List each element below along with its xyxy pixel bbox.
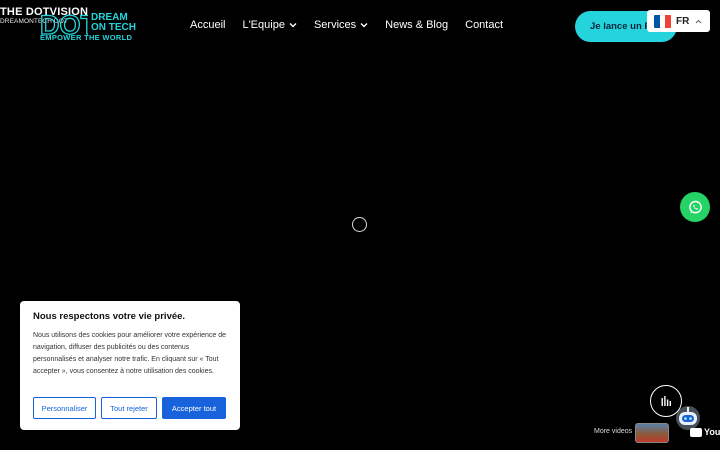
nav-item-label: Contact bbox=[465, 19, 504, 31]
cookie-banner-text: Nous utilisons des cookies pour améliore… bbox=[33, 332, 226, 375]
nav-item-news-blog[interactable]: News & Blog bbox=[385, 19, 448, 31]
video-thumbnail[interactable] bbox=[635, 423, 669, 443]
more-videos-label[interactable]: More videos bbox=[594, 428, 632, 435]
loading-spinner-icon bbox=[352, 217, 367, 232]
main-navigation: Accueil L'Equipe Services News & Blog Co… bbox=[190, 19, 520, 31]
accept-all-label: Accepter tout bbox=[171, 403, 217, 413]
reject-all-cookies-button[interactable]: Tout rejeter bbox=[101, 397, 157, 419]
audio-bars-icon bbox=[661, 396, 671, 406]
language-selector[interactable]: FR bbox=[647, 10, 710, 32]
nav-item-contact[interactable]: Contact bbox=[465, 19, 503, 31]
whatsapp-button[interactable] bbox=[680, 192, 710, 222]
nav-item-label: Accueil bbox=[190, 19, 226, 31]
nav-item-services[interactable]: Services bbox=[314, 19, 368, 31]
whatsapp-icon bbox=[688, 200, 702, 213]
logo-dream-text: DREAM ON TECH bbox=[91, 13, 136, 33]
language-code: FR bbox=[676, 15, 690, 27]
cookie-banner-title: Nous respectons votre vie privée. bbox=[33, 311, 186, 322]
france-flag-icon bbox=[654, 14, 671, 28]
chevron-down-icon bbox=[360, 23, 368, 28]
youtube-play-icon bbox=[690, 427, 702, 437]
youtube-label: YouTu bbox=[704, 427, 720, 437]
reject-all-label: Tout rejeter bbox=[110, 403, 148, 413]
nav-item-label: News & Blog bbox=[385, 19, 449, 31]
youtube-logo[interactable]: YouTu bbox=[690, 427, 720, 437]
logo-tagline: EMPOWER THE WORLD bbox=[40, 33, 133, 42]
cookie-consent-banner: Nous respectons votre vie privée. Nous u… bbox=[20, 301, 240, 430]
nav-item-label: L'Equipe bbox=[242, 19, 285, 31]
customize-cookies-label: Personnaliser bbox=[41, 403, 88, 413]
chevron-down-icon bbox=[289, 23, 297, 28]
logo-dream-line2: ON TECH bbox=[91, 22, 136, 33]
nav-item-label: Services bbox=[313, 19, 357, 31]
cookie-button-row: Personnaliser Tout rejeter Accepter tout bbox=[33, 397, 226, 419]
accept-all-cookies-button[interactable]: Accepter tout bbox=[162, 397, 226, 419]
customize-cookies-button[interactable]: Personnaliser bbox=[33, 397, 96, 419]
chevron-up-icon bbox=[695, 19, 702, 23]
nav-item-accueil[interactable]: Accueil bbox=[190, 19, 225, 31]
nav-item-equipe[interactable]: L'Equipe bbox=[242, 19, 297, 31]
